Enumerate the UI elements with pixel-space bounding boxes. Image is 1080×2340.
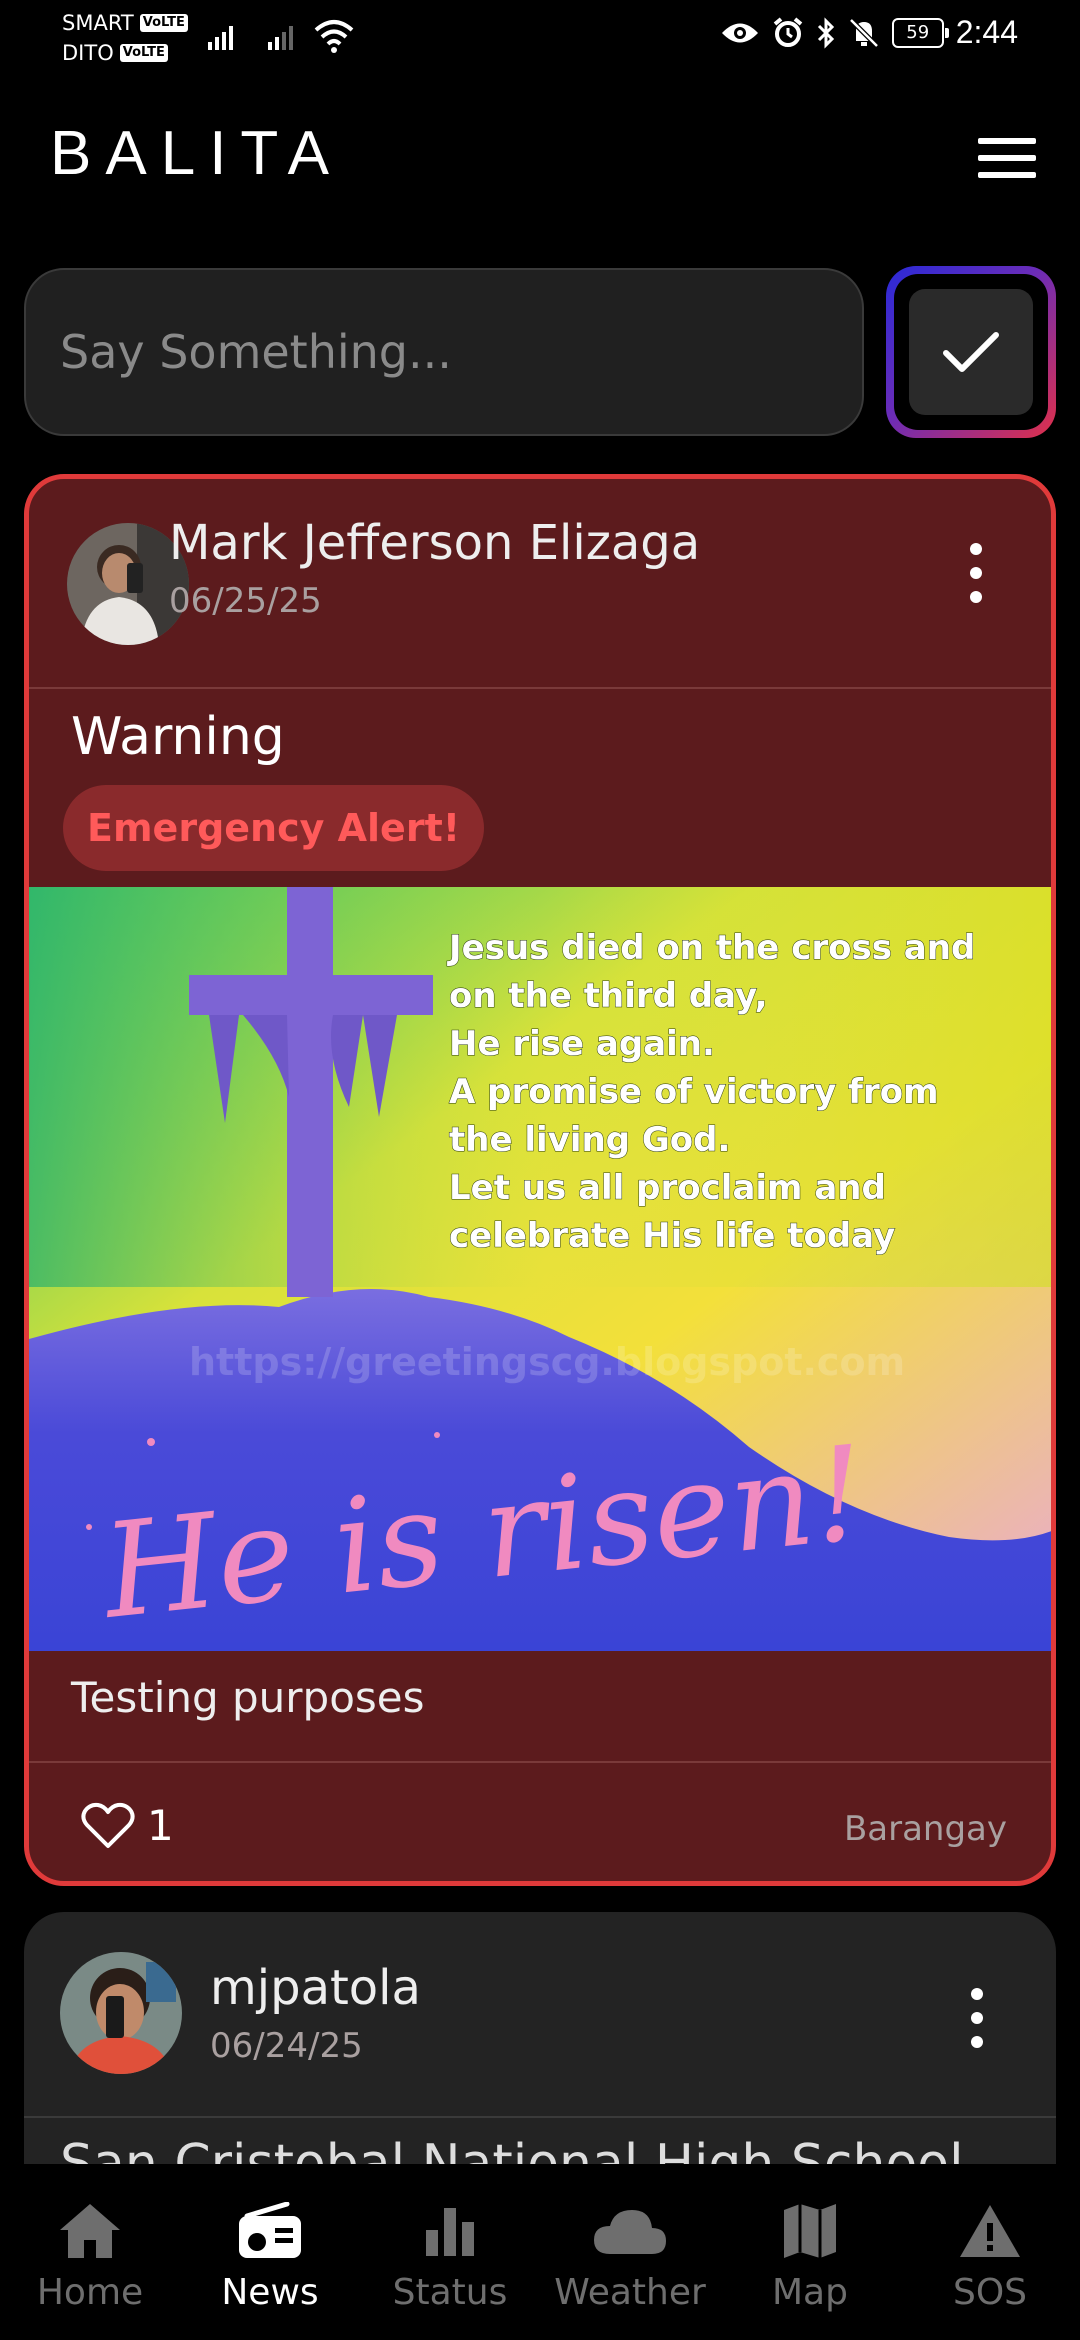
more-options-icon[interactable]: [962, 1988, 992, 2048]
battery-level: 59: [906, 22, 930, 43]
nav-map[interactable]: Map: [720, 2164, 900, 2340]
avatar[interactable]: [60, 1952, 182, 2074]
post-date: 06/25/25: [169, 581, 322, 621]
nav-weather[interactable]: Weather: [540, 2164, 720, 2340]
post-author[interactable]: Mark Jefferson Elizaga: [169, 515, 700, 571]
post-image[interactable]: Jesus died on the cross and on the third…: [29, 887, 1051, 1651]
nav-news[interactable]: News: [180, 2164, 360, 2340]
nav-status[interactable]: Status: [360, 2164, 540, 2340]
nav-label: Status: [392, 2272, 508, 2313]
image-caption-line: A promise of victory from: [449, 1072, 939, 1112]
post-composer: [24, 268, 864, 436]
carrier-info: SMART VoLTE DITO VoLTE: [62, 8, 188, 68]
eye-icon: [721, 23, 758, 42]
image-caption-line: on the third day,: [449, 976, 767, 1016]
status-bar: SMART VoLTE DITO VoLTE 59 2:44: [0, 0, 1080, 70]
carrier-smart: SMART: [62, 11, 134, 35]
post-card[interactable]: Mark Jefferson Elizaga 06/25/25 Warning …: [24, 474, 1056, 1886]
submit-button-frame: [894, 274, 1048, 430]
status-icons: 59 2:44: [720, 14, 1018, 51]
clock: 2:44: [955, 14, 1018, 50]
hamburger-menu-icon[interactable]: [978, 138, 1036, 178]
nav-label: Weather: [554, 2272, 706, 2313]
image-caption-line: Jesus died on the cross and: [447, 928, 975, 968]
bluetooth-icon: [817, 16, 834, 49]
nav-label: Home: [36, 2272, 144, 2313]
image-caption-line: the living God.: [449, 1120, 730, 1160]
post-title: Warning: [71, 707, 285, 767]
post-footer: 1 Barangay: [29, 1761, 1051, 1881]
heart-icon: [81, 1802, 135, 1848]
like-button[interactable]: 1: [81, 1801, 174, 1850]
checkmark-icon: [943, 332, 999, 372]
say-something-input[interactable]: [26, 270, 862, 434]
radio-icon: [239, 2202, 301, 2258]
battery-indicator: 59: [891, 17, 949, 48]
image-caption-line: Let us all proclaim and: [449, 1168, 886, 1208]
image-watermark: https://greetingscg.blogspot.com: [189, 1340, 905, 1384]
map-icon: [784, 2204, 836, 2258]
nav-sos[interactable]: SOS: [900, 2164, 1080, 2340]
post-header: mjpatola 06/24/25: [24, 1912, 1056, 2118]
alarm-icon: [773, 16, 802, 47]
emergency-alert-badge: Emergency Alert!: [63, 785, 485, 871]
volte-badge: VoLTE: [119, 44, 168, 62]
bar-chart-icon: [426, 2208, 474, 2256]
home-icon: [60, 2204, 120, 2258]
nav-label: News: [221, 2272, 319, 2313]
nav-home[interactable]: Home: [0, 2164, 180, 2340]
bell-off-icon: [848, 17, 879, 48]
submit-button-face: [909, 289, 1033, 415]
image-caption-line: He rise again.: [449, 1024, 715, 1064]
submit-post-button[interactable]: [886, 266, 1056, 438]
wifi-icon: [314, 20, 354, 53]
image-caption-line: celebrate His life today: [449, 1216, 895, 1256]
bottom-navigation: Home News Status Weather Map SOS: [0, 2164, 1080, 2340]
nav-label: SOS: [952, 2272, 1028, 2313]
nav-label: Map: [772, 2272, 848, 2313]
post-scope: Barangay: [843, 1809, 1007, 1849]
carrier-dito: DITO: [62, 41, 114, 65]
post-author[interactable]: mjpatola: [210, 1960, 421, 2016]
app-title: BALITA: [50, 119, 344, 188]
signal-icon: [208, 22, 233, 50]
signal-icon: [268, 22, 293, 50]
post-header: Mark Jefferson Elizaga 06/25/25: [29, 479, 1051, 689]
cloud-icon: [594, 2210, 666, 2254]
post-date: 06/24/25: [210, 2026, 363, 2066]
post-body: Testing purposes: [71, 1673, 425, 1722]
more-options-icon[interactable]: [961, 543, 991, 603]
warning-icon: [960, 2205, 1020, 2257]
like-count: 1: [147, 1801, 174, 1850]
volte-badge: VoLTE: [139, 14, 188, 32]
